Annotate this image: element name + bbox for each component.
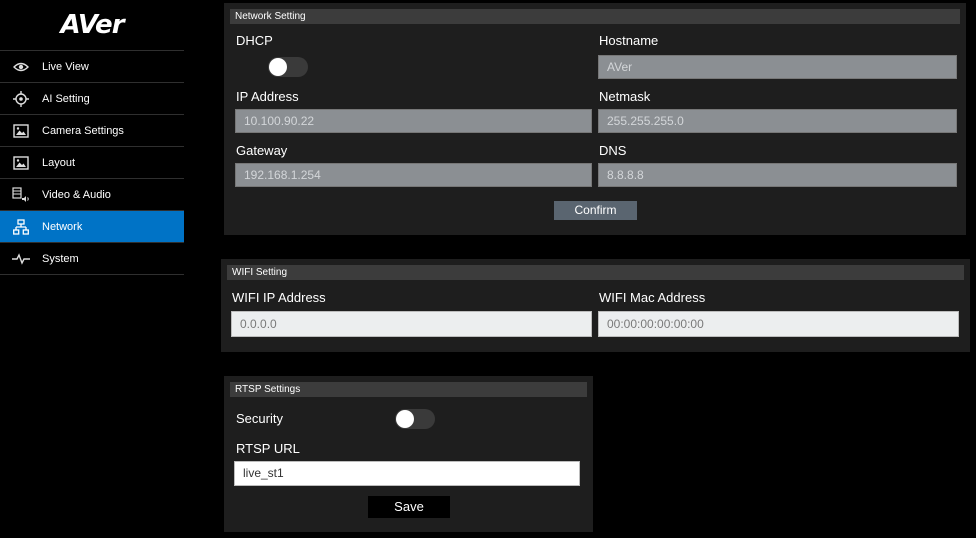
sidebar-item-layout[interactable]: Layout — [0, 147, 184, 179]
sidebar: AVer Live View AI Setting Camera Setting… — [0, 0, 184, 538]
image-icon — [12, 154, 30, 172]
wifi-mac-address-field[interactable]: 00:00:00:00:00:00 — [598, 311, 959, 337]
wifi-setting-header: WIFI Setting — [227, 265, 964, 280]
security-toggle[interactable] — [395, 409, 435, 429]
sidebar-item-ai-setting[interactable]: AI Setting — [0, 83, 184, 115]
gateway-label: Gateway — [236, 143, 288, 158]
sidebar-nav: Live View AI Setting Camera Settings Lay… — [0, 50, 184, 275]
sidebar-item-label: System — [42, 252, 79, 265]
sidebar-item-camera-settings[interactable]: Camera Settings — [0, 115, 184, 147]
toggle-knob — [269, 58, 287, 76]
ip-address-field[interactable]: 10.100.90.22 — [235, 109, 592, 133]
sidebar-item-label: Network — [42, 220, 83, 233]
dns-label: DNS — [599, 143, 627, 158]
netmask-field[interactable]: 255.255.255.0 — [598, 109, 957, 133]
wifi-ip-address-label: WIFI IP Address — [232, 290, 326, 305]
network-icon — [12, 218, 30, 236]
rtsp-url-label: RTSP URL — [236, 441, 300, 456]
dns-field[interactable]: 8.8.8.8 — [598, 163, 957, 187]
wifi-ip-address-field[interactable]: 0.0.0.0 — [231, 311, 592, 337]
wifi-mac-address-label: WIFI Mac Address — [599, 290, 706, 305]
dhcp-label: DHCP — [236, 33, 273, 48]
save-button[interactable]: Save — [368, 496, 450, 518]
sidebar-item-label: Live View — [42, 60, 89, 73]
rtsp-settings-panel: RTSP Settings Security RTSP URL live_st1… — [224, 376, 593, 532]
sidebar-item-network[interactable]: Network — [0, 211, 184, 243]
security-label: Security — [236, 411, 283, 426]
network-setting-panel: Network Setting DHCP Hostname AVer IP Ad… — [224, 3, 966, 235]
video-audio-icon — [12, 186, 30, 204]
toggle-knob — [396, 410, 414, 428]
sidebar-item-label: Camera Settings — [42, 124, 124, 137]
sidebar-item-system[interactable]: System — [0, 243, 184, 275]
image-icon — [12, 122, 30, 140]
netmask-label: Netmask — [599, 89, 651, 104]
sidebar-item-live-view[interactable]: Live View — [0, 51, 184, 83]
rtsp-url-input[interactable]: live_st1 — [234, 461, 580, 486]
dhcp-toggle[interactable] — [268, 57, 308, 77]
crosshair-icon — [12, 90, 30, 108]
confirm-button[interactable]: Confirm — [554, 201, 637, 220]
hostname-field[interactable]: AVer — [598, 55, 957, 79]
sidebar-item-label: Layout — [42, 156, 76, 169]
sidebar-item-label: AI Setting — [42, 92, 90, 105]
hostname-label: Hostname — [599, 33, 659, 48]
aver-logo: AVer — [60, 10, 124, 40]
gateway-field[interactable]: 192.168.1.254 — [235, 163, 592, 187]
network-setting-header: Network Setting — [230, 9, 960, 24]
ip-address-label: IP Address — [236, 89, 299, 104]
sidebar-item-video-audio[interactable]: Video & Audio — [0, 179, 184, 211]
pulse-icon — [12, 250, 30, 268]
eye-icon — [12, 58, 30, 76]
wifi-setting-panel: WIFI Setting WIFI IP Address 0.0.0.0 WIF… — [221, 259, 970, 352]
rtsp-settings-header: RTSP Settings — [230, 382, 587, 397]
sidebar-item-label: Video & Audio — [42, 188, 111, 201]
